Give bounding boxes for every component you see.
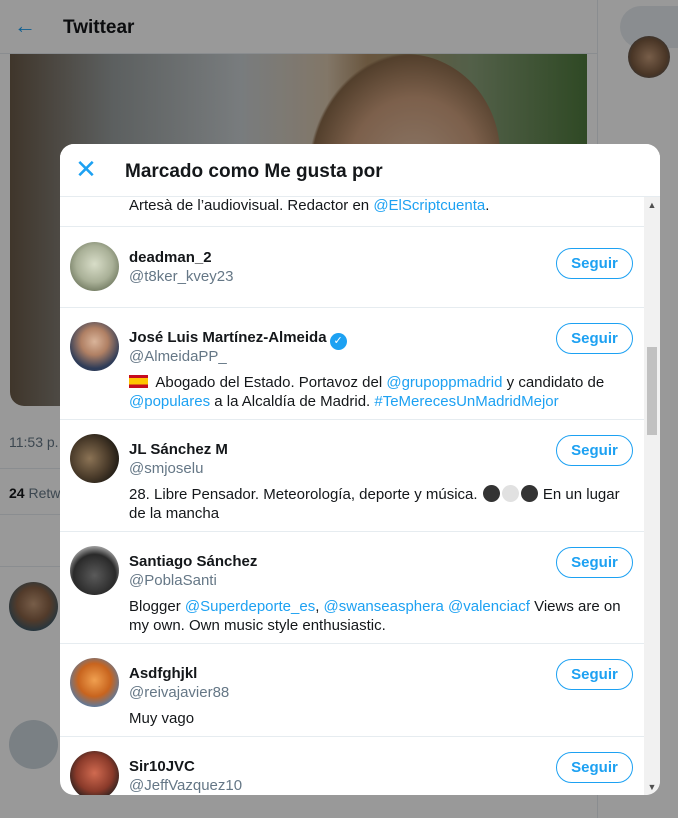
mention-link[interactable]: @populares: [129, 393, 210, 410]
user-bio: 28. Libre Pensador. Meteorología, deport…: [129, 485, 620, 522]
follow-button[interactable]: Seguir: [556, 752, 633, 783]
avatar[interactable]: [70, 434, 119, 483]
modal-title: Marcado como Me gusta por: [125, 161, 383, 182]
mention-link[interactable]: @ElScriptcuenta: [373, 197, 485, 214]
user-name[interactable]: Asdfghjkl: [129, 665, 197, 682]
scrollbar[interactable]: ▲ ▼: [644, 197, 660, 795]
list-item[interactable]: José Luis Martínez-Almeida ✓ @AlmeidaPP_ …: [60, 308, 644, 420]
verified-badge-icon: ✓: [329, 333, 347, 350]
user-handle: @AlmeidaPP_: [129, 348, 227, 365]
liked-by-modal: ✕ Marcado como Me gusta por Artesà de l’…: [60, 144, 660, 795]
list-item[interactable]: deadman_2 @t8ker_kvey23 Seguir: [60, 228, 644, 308]
mention-link[interactable]: @valenciacf: [448, 598, 530, 615]
hashtag-link[interactable]: #TeMerecesUnMadridMejor: [374, 393, 558, 410]
list-item[interactable]: Asdfghjkl @reivajavier88 Muy vago Seguir: [60, 644, 644, 737]
user-name[interactable]: Sir10JVC: [129, 758, 195, 775]
follow-button[interactable]: Seguir: [556, 547, 633, 578]
follow-button[interactable]: Seguir: [556, 323, 633, 354]
user-handle: @t8ker_kvey23: [129, 268, 234, 285]
list-item[interactable]: Santiago Sánchez @PoblaSanti Blogger @Su…: [60, 532, 644, 644]
avatar[interactable]: [70, 322, 119, 371]
user-name[interactable]: deadman_2: [129, 249, 212, 266]
user-list: Artesà de l’audiovisual. Redactor en @El…: [60, 197, 644, 795]
scroll-up-icon[interactable]: ▲: [644, 197, 660, 213]
user-bio: Blogger @Superdeporte_es, @swanseasphera…: [129, 598, 621, 634]
list-item[interactable]: Sir10JVC @JeffVazquez10 Seguir: [60, 737, 644, 795]
user-handle: @reivajavier88: [129, 684, 230, 701]
user-name[interactable]: Santiago Sánchez: [129, 553, 257, 570]
follow-button[interactable]: Seguir: [556, 248, 633, 279]
avatar[interactable]: [70, 242, 119, 291]
spain-flag-icon: [129, 375, 148, 388]
mention-link[interactable]: @Superdeporte_es: [185, 598, 315, 615]
user-handle: @JeffVazquez10: [129, 777, 243, 794]
user-bio: Muy vago: [129, 710, 195, 727]
list-item[interactable]: Artesà de l’audiovisual. Redactor en @El…: [60, 197, 644, 227]
avatar[interactable]: [70, 658, 119, 707]
avatar[interactable]: [70, 751, 119, 795]
mention-link[interactable]: @grupoppmadrid: [386, 374, 502, 391]
modal-header: ✕ Marcado como Me gusta por: [60, 144, 660, 197]
list-item[interactable]: JL Sánchez M @smjoselu 28. Libre Pensado…: [60, 420, 644, 532]
mention-link[interactable]: @swanseasphera: [324, 598, 444, 615]
avatar[interactable]: [70, 546, 119, 595]
user-name[interactable]: JL Sánchez M: [129, 441, 228, 458]
follow-button[interactable]: Seguir: [556, 435, 633, 466]
black-circle-icon: [520, 485, 538, 502]
white-circle-icon: [501, 485, 519, 502]
user-handle: @PoblaSanti: [129, 572, 217, 589]
user-name[interactable]: José Luis Martínez-Almeida ✓: [129, 329, 347, 350]
user-handle: @smjoselu: [129, 460, 204, 477]
follow-button[interactable]: Seguir: [556, 659, 633, 690]
scroll-down-icon[interactable]: ▼: [644, 779, 660, 795]
scrollbar-thumb[interactable]: [647, 347, 657, 435]
user-bio: Artesà de l’audiovisual. Redactor en @El…: [129, 197, 490, 214]
close-icon[interactable]: ✕: [72, 156, 100, 184]
black-circle-icon: [482, 485, 500, 502]
user-bio: Abogado del Estado. Portavoz del @grupop…: [129, 374, 605, 410]
